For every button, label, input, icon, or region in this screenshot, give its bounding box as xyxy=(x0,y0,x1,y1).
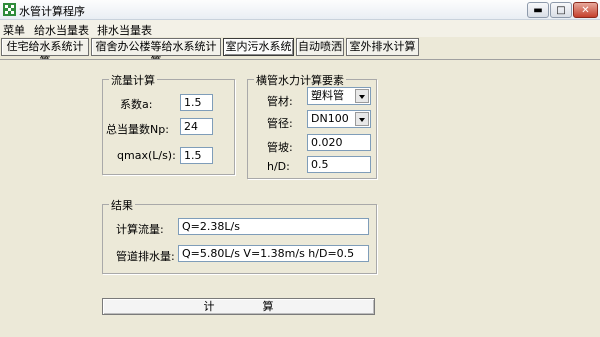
close-button[interactable]: ✕ xyxy=(573,2,598,18)
material-label: 管材: xyxy=(267,95,293,108)
tab-bar: 住宅给水系统计算 宿舍办公楼等给水系统计算 室内污水系统 自动喷洒 室外排水计算 xyxy=(0,37,600,68)
coef-input[interactable]: 1.5 xyxy=(180,94,213,111)
material-value: 塑料管 xyxy=(311,89,344,102)
minimize-button[interactable]: ▬ xyxy=(527,2,549,18)
hd-input[interactable]: 0.5 xyxy=(307,156,371,173)
title-bar: 水管计算程序 ▬ □ ✕ xyxy=(0,0,600,20)
slope-input[interactable]: 0.020 xyxy=(307,134,371,151)
pipe-drain-label: 管道排水量: xyxy=(116,250,175,263)
chevron-down-icon[interactable] xyxy=(355,89,369,103)
calc-flow-label: 计算流量: xyxy=(116,223,164,236)
menu-item-drain-table[interactable]: 排水当量表 xyxy=(97,22,152,38)
coef-label: 系数a: xyxy=(120,98,153,111)
tab-sprinkler[interactable]: 自动喷洒 xyxy=(296,38,344,56)
calc-flow-output: Q=2.38L/s xyxy=(178,218,369,235)
diameter-select[interactable]: DN100 xyxy=(307,110,371,128)
diameter-label: 管径: xyxy=(267,117,293,130)
np-label: 总当量数Np: xyxy=(106,123,169,136)
pipe-params-title: 横管水力计算要素 xyxy=(254,72,346,88)
menu-bar: 菜单 给水当量表 排水当量表 xyxy=(0,20,600,37)
close-icon: ✕ xyxy=(581,5,590,16)
pipe-drain-output: Q=5.80L/s V=1.38m/s h/D=0.5 xyxy=(178,245,369,262)
app-icon xyxy=(3,3,16,16)
tab-residential-supply[interactable]: 住宅给水系统计算 xyxy=(1,38,89,68)
maximize-button[interactable]: □ xyxy=(550,2,572,18)
np-input[interactable]: 24 xyxy=(180,118,213,135)
qmax-input[interactable]: 1.5 xyxy=(180,147,213,164)
slope-label: 管坡: xyxy=(267,141,293,154)
window-title: 水管计算程序 xyxy=(19,5,85,18)
calculate-button[interactable]: 计算 xyxy=(102,298,375,315)
hd-label: h/D: xyxy=(267,160,290,173)
qmax-label: qmax(L/s): xyxy=(117,149,176,162)
tab-outdoor-drainage[interactable]: 室外排水计算 xyxy=(346,38,419,56)
minimize-icon: ▬ xyxy=(533,5,543,16)
maximize-icon: □ xyxy=(556,5,566,16)
menu-item-supply-table[interactable]: 给水当量表 xyxy=(34,22,89,38)
material-select[interactable]: 塑料管 xyxy=(307,87,371,105)
menu-item-main[interactable]: 菜单 xyxy=(3,22,25,38)
result-title: 结果 xyxy=(109,197,135,213)
tab-indoor-sewage[interactable]: 室内污水系统 xyxy=(223,38,294,56)
chevron-down-icon[interactable] xyxy=(355,112,369,126)
tab-dorm-office-supply[interactable]: 宿舍办公楼等给水系统计算 xyxy=(91,38,221,68)
diameter-value: DN100 xyxy=(311,112,349,125)
flow-calc-title: 流量计算 xyxy=(109,72,157,88)
